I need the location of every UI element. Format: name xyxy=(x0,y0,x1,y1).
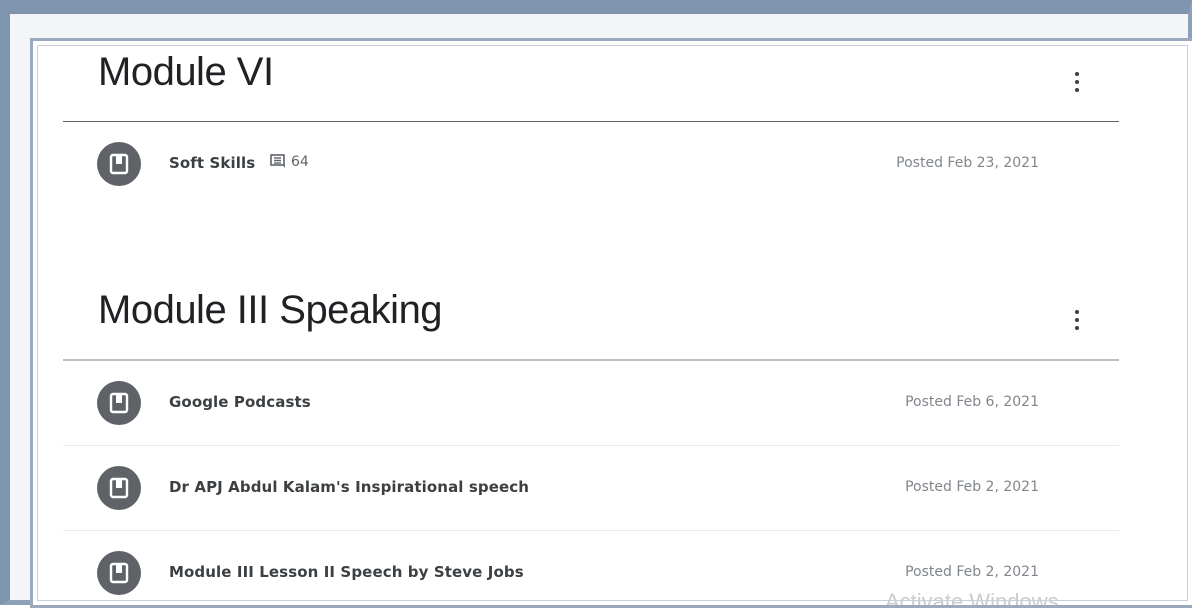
material-title: Google Podcasts xyxy=(169,393,311,411)
window-frame: Module VI Soft Skills 64 Posted Feb 23, … xyxy=(0,0,1192,608)
posted-date: Posted Feb 2, 2021 xyxy=(905,479,1039,495)
material-item[interactable]: Soft Skills 64 Posted Feb 23, 2021 xyxy=(63,122,1119,206)
topic-header: Module VI xyxy=(63,41,1119,122)
comment-count: 64 xyxy=(270,154,309,173)
more-vert-icon[interactable] xyxy=(1071,307,1083,337)
topic-title: Module VI xyxy=(98,50,274,94)
more-vert-icon[interactable] xyxy=(1071,69,1083,99)
posted-date: Posted Feb 6, 2021 xyxy=(905,394,1039,410)
material-title: Dr APJ Abdul Kalam's Inspirational speec… xyxy=(169,478,530,496)
material-icon xyxy=(97,381,141,425)
topic-module-iii-speaking: Module III Speaking Google Podcasts Post… xyxy=(63,279,1119,605)
material-icon xyxy=(97,466,141,510)
classwork-content: Module VI Soft Skills 64 Posted Feb 23, … xyxy=(33,41,1192,605)
material-item[interactable]: Google Podcasts Posted Feb 6, 2021 xyxy=(63,361,1119,446)
material-icon xyxy=(97,551,141,595)
posted-date: Posted Feb 23, 2021 xyxy=(896,155,1039,171)
classwork-panel: Module VI Soft Skills 64 Posted Feb 23, … xyxy=(30,38,1192,608)
topic-title: Module III Speaking xyxy=(98,288,443,332)
topic-header: Module III Speaking xyxy=(63,279,1119,361)
material-item[interactable]: Dr APJ Abdul Kalam's Inspirational speec… xyxy=(63,446,1119,531)
material-icon xyxy=(97,142,141,186)
comment-count-value: 64 xyxy=(291,154,309,170)
comment-icon xyxy=(270,154,286,173)
topic-module-vi: Module VI Soft Skills 64 Posted Feb 23, … xyxy=(63,41,1119,206)
material-title: Module III Lesson II Speech by Steve Job… xyxy=(169,563,524,581)
material-item[interactable]: Module III Lesson II Speech by Steve Job… xyxy=(63,531,1119,605)
posted-date: Posted Feb 2, 2021 xyxy=(905,564,1039,580)
material-title: Soft Skills xyxy=(169,154,256,172)
